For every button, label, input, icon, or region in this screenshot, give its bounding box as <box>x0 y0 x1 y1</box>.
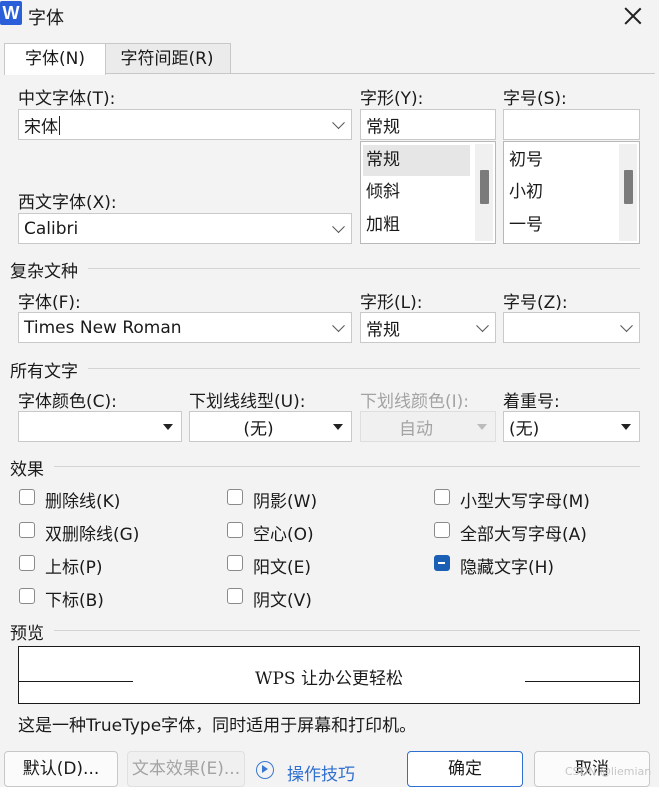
complex-style-select[interactable]: 常规 <box>360 312 496 343</box>
underline-style-label: 下划线线型(U): <box>189 392 306 412</box>
engrave-label[interactable]: 阴文(V) <box>253 586 312 611</box>
dropdown-arrow-icon <box>621 423 631 430</box>
title-bar <box>0 0 659 34</box>
underline-color-select: 自动 <box>360 411 496 442</box>
small-caps-checkbox[interactable] <box>434 489 450 505</box>
shadow-label[interactable]: 阴影(W) <box>253 487 317 512</box>
all-text-section-title: 所有文字 <box>10 362 78 382</box>
text-effects-button: 文本效果(E)... <box>127 751 245 787</box>
effects-section-title: 效果 <box>10 460 44 480</box>
emphasis-select[interactable]: (无) <box>503 411 640 442</box>
ok-button[interactable]: 确定 <box>407 751 523 787</box>
subscript-label[interactable]: 下标(B) <box>45 586 104 611</box>
divider <box>88 268 640 269</box>
size-input[interactable] <box>503 109 640 140</box>
style-input[interactable]: 常规 <box>360 109 496 140</box>
subscript-checkbox[interactable] <box>19 588 35 604</box>
outline-label[interactable]: 空心(O) <box>253 520 314 545</box>
close-icon[interactable] <box>620 3 646 29</box>
list-item[interactable]: 初号 <box>506 145 613 176</box>
western-font-value: Calibri <box>24 218 79 239</box>
tips-link[interactable]: 操作技巧 <box>287 760 355 785</box>
complex-font-select[interactable]: Times New Roman <box>18 312 352 343</box>
font-color-select[interactable] <box>18 411 182 442</box>
text-caret <box>59 116 60 135</box>
divider <box>54 466 640 467</box>
all-caps-checkbox[interactable] <box>434 522 450 538</box>
emphasis-value: (无) <box>509 419 540 439</box>
chinese-font-label: 中文字体(T): <box>18 89 116 109</box>
emboss-checkbox[interactable] <box>227 555 243 571</box>
shadow-checkbox[interactable] <box>227 489 243 505</box>
scrollbar-thumb[interactable] <box>624 170 633 204</box>
list-item[interactable]: 倾斜 <box>363 177 470 208</box>
complex-font-label: 字体(F): <box>18 293 81 313</box>
style-label: 字形(Y): <box>360 89 424 109</box>
chevron-down-icon <box>332 318 345 332</box>
dropdown-arrow-icon <box>477 423 487 430</box>
complex-style-label: 字形(L): <box>360 293 423 313</box>
size-listbox[interactable]: 初号 小初 一号 <box>503 141 640 244</box>
chinese-font-value: 宋体 <box>24 117 58 137</box>
chinese-font-select[interactable]: 宋体 <box>18 109 352 140</box>
play-circle-icon[interactable] <box>256 761 274 779</box>
underline-style-select[interactable]: (无) <box>189 411 352 442</box>
outline-checkbox[interactable] <box>227 522 243 538</box>
divider <box>54 630 640 631</box>
list-item[interactable]: 小初 <box>506 177 613 208</box>
complex-font-value: Times New Roman <box>24 317 182 338</box>
list-item[interactable]: 常规 <box>363 145 470 176</box>
scrollbar[interactable] <box>619 144 637 241</box>
complex-section-title: 复杂文种 <box>10 262 78 282</box>
all-caps-label[interactable]: 全部大写字母(A) <box>460 520 587 545</box>
superscript-checkbox[interactable] <box>19 555 35 571</box>
emphasis-label: 着重号: <box>503 392 560 412</box>
scrollbar-thumb[interactable] <box>480 170 489 204</box>
complex-size-label: 字号(Z): <box>503 293 568 313</box>
western-font-select[interactable]: Calibri <box>18 213 352 244</box>
underline-color-value: 自动 <box>399 419 433 439</box>
font-type-note: 这是一种TrueType字体，同时适用于屏幕和打印机。 <box>18 716 417 736</box>
dropdown-arrow-icon <box>333 423 343 430</box>
preview-section-title: 预览 <box>10 624 44 644</box>
superscript-label[interactable]: 上标(P) <box>45 553 103 578</box>
list-item[interactable]: 加粗 <box>363 210 470 241</box>
window-title: 字体 <box>28 8 64 29</box>
small-caps-label[interactable]: 小型大写字母(M) <box>460 487 590 512</box>
watermark: CSDN @liemian <box>565 765 652 778</box>
size-label: 字号(S): <box>503 89 567 109</box>
strikethrough-label[interactable]: 删除线(K) <box>45 487 120 512</box>
double-strikethrough-label[interactable]: 双删除线(G) <box>45 520 139 545</box>
default-button[interactable]: 默认(D)... <box>4 751 118 787</box>
underline-color-label: 下划线颜色(I): <box>360 392 470 412</box>
chevron-down-icon <box>332 115 345 129</box>
font-color-label: 字体颜色(C): <box>18 392 117 412</box>
complex-size-select[interactable] <box>503 312 640 343</box>
hidden-text-label[interactable]: 隐藏文字(H) <box>460 553 554 578</box>
preview-sample-text: WPS 让办公更轻松 <box>255 669 403 689</box>
chevron-down-icon <box>620 318 633 332</box>
strikethrough-checkbox[interactable] <box>19 489 35 505</box>
hidden-text-checkbox[interactable] <box>434 555 450 571</box>
style-input-value: 常规 <box>366 117 400 137</box>
underline-style-value: (无) <box>243 419 274 439</box>
chevron-down-icon <box>332 219 345 233</box>
tab-font[interactable]: 字体(N) <box>4 43 106 75</box>
double-strikethrough-checkbox[interactable] <box>19 522 35 538</box>
style-listbox[interactable]: 常规 倾斜 加粗 <box>360 141 496 244</box>
emboss-label[interactable]: 阳文(E) <box>253 553 311 578</box>
western-font-label: 西文字体(X): <box>18 193 117 213</box>
wps-writer-icon: W <box>0 1 22 25</box>
preview-box: WPS 让办公更轻松 <box>18 646 640 704</box>
engrave-checkbox[interactable] <box>227 588 243 604</box>
tab-character-spacing[interactable]: 字符间距(R) <box>104 43 231 74</box>
divider <box>88 368 640 369</box>
list-item[interactable]: 一号 <box>506 210 613 241</box>
complex-style-value: 常规 <box>366 320 400 340</box>
dropdown-arrow-icon <box>163 423 173 430</box>
scrollbar[interactable] <box>475 144 493 241</box>
preview-baseline <box>525 681 639 682</box>
chevron-down-icon <box>476 318 489 332</box>
